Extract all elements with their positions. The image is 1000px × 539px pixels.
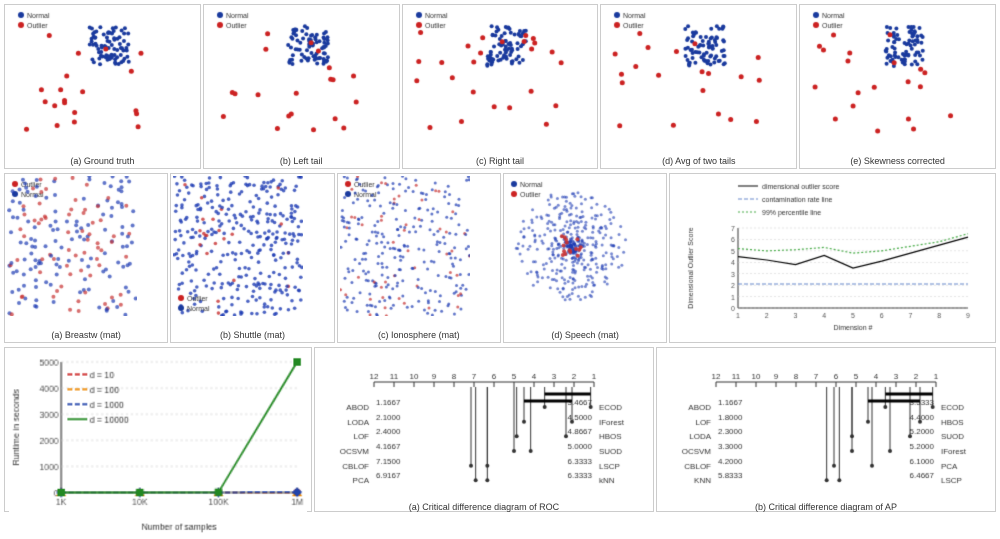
caption-mat-d: (d) Speech (mat) [551,330,619,340]
mat-plot-a [7,176,165,328]
panel-shuttle: (b) Shuttle (mat) [170,173,334,343]
panel-ionosphere: (c) Ionosphere (mat) [337,173,501,343]
mat-plot-d [506,176,664,328]
mat-plot-b [173,176,331,328]
middle-row: (a) Breastw (mat) (b) Shuttle (mat) (c) … [4,173,996,343]
caption-mat-c: (c) Ionosphere (mat) [378,330,460,340]
scatter-plot-e [802,7,993,154]
panel-cd-roc: (a) Critical difference diagram of ROC [314,347,654,512]
caption-e: (e) Skewness corrected [850,156,945,166]
caption-cd-a: (a) Critical difference diagram of ROC [409,502,559,512]
panel-line-chart [669,173,996,343]
panel-skewness: (e) Skewness corrected [799,4,996,169]
caption-b: (b) Left tail [280,156,323,166]
bottom-row: (a) Critical difference diagram of ROC (… [4,347,996,512]
panel-left-tail: (b) Left tail [203,4,400,169]
panel-ground-truth: (a) Ground truth [4,4,201,169]
panel-right-tail: (c) Right tail [402,4,599,169]
caption-cd-b: (b) Critical difference diagram of AP [755,502,897,512]
caption-mat-b: (b) Shuttle (mat) [220,330,285,340]
caption-d: (d) Avg of two tails [662,156,735,166]
main-container: (a) Ground truth (b) Left tail (c) Right… [0,0,1000,539]
scatter-plot-c [405,7,596,154]
scatter-plot-b [206,7,397,154]
panel-avg-tails: (d) Avg of two tails [600,4,797,169]
top-row: (a) Ground truth (b) Left tail (c) Right… [4,4,996,169]
caption-a: (a) Ground truth [70,156,134,166]
scatter-plot-a [7,7,198,154]
panel-speech: (d) Speech (mat) [503,173,667,343]
scatter-plot-d [603,7,794,154]
caption-c: (c) Right tail [476,156,524,166]
panel-breastw: (a) Breastw (mat) [4,173,168,343]
mat-plot-c [340,176,498,328]
caption-mat-a: (a) Breastw (mat) [51,330,121,340]
panel-cd-ap: (b) Critical difference diagram of AP [656,347,996,512]
panel-runtime [4,347,312,512]
